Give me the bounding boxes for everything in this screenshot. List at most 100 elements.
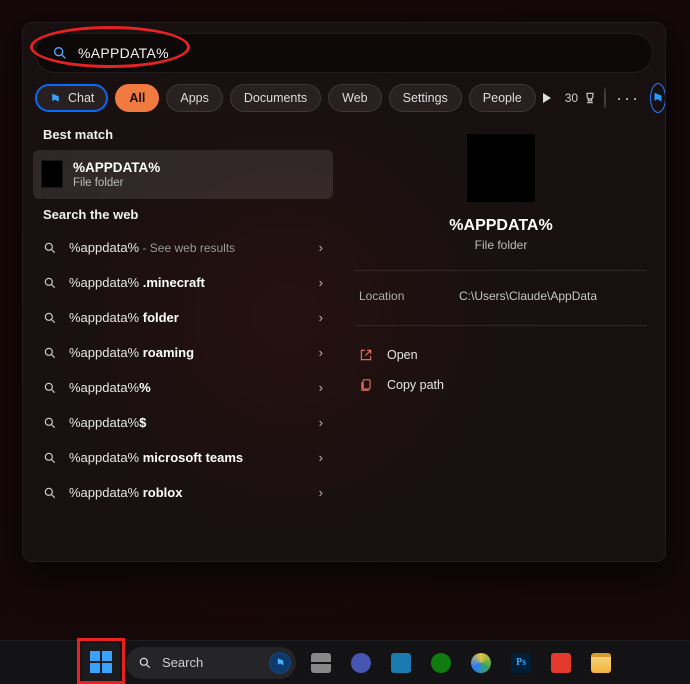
filter-apps[interactable]: Apps xyxy=(166,84,223,112)
start-button[interactable] xyxy=(82,643,120,681)
search-icon xyxy=(43,241,57,255)
taskbar-explorer[interactable] xyxy=(586,648,616,678)
search-field-wrapper[interactable] xyxy=(35,33,653,73)
filter-web[interactable]: Web xyxy=(328,84,381,112)
web-result-hint: - See web results xyxy=(139,241,235,255)
search-icon xyxy=(52,45,68,61)
taskbar-photoshop[interactable]: Ps xyxy=(506,648,536,678)
action-open[interactable]: Open xyxy=(355,340,647,370)
web-result[interactable]: %appdata% roblox › xyxy=(33,475,333,510)
web-result[interactable]: %appdata% roaming › xyxy=(33,335,333,370)
filter-documents[interactable]: Documents xyxy=(230,84,321,112)
search-icon xyxy=(43,451,57,465)
web-result[interactable]: %appdata% folder › xyxy=(33,300,333,335)
action-open-label: Open xyxy=(387,348,418,362)
filter-settings-label: Settings xyxy=(403,91,448,105)
taskbar-browser[interactable] xyxy=(466,648,496,678)
search-flyout: Chat All Apps Documents Web Settings Peo… xyxy=(22,22,666,562)
web-result-label: %appdata% .minecraft xyxy=(69,275,205,290)
chevron-right-icon: › xyxy=(319,450,323,465)
search-input[interactable] xyxy=(78,45,636,61)
web-result-prefix: %appdata% xyxy=(69,450,143,465)
bing-chat-icon xyxy=(49,92,62,105)
web-result[interactable]: %appdata%$ › xyxy=(33,405,333,440)
search-icon xyxy=(138,656,152,670)
web-result-label: %appdata% microsoft teams xyxy=(69,450,243,465)
taskbar-xbox[interactable] xyxy=(426,648,456,678)
taskbar: Search Ps xyxy=(0,640,690,684)
filter-people-label: People xyxy=(483,91,522,105)
web-result[interactable]: %appdata% .minecraft› xyxy=(33,265,333,300)
taskbar-taskview[interactable] xyxy=(306,648,336,678)
action-copy-label: Copy path xyxy=(387,378,444,392)
web-result-label: %appdata% roaming xyxy=(69,345,194,360)
preview-thumb-icon xyxy=(466,133,536,203)
web-result-prefix: %appdata% xyxy=(69,485,143,500)
chevron-right-icon: › xyxy=(319,415,323,430)
location-value: C:\Users\Claude\AppData xyxy=(459,289,597,303)
divider xyxy=(355,270,647,271)
filter-documents-label: Documents xyxy=(244,91,307,105)
filter-chat-label: Chat xyxy=(68,91,94,105)
filter-settings[interactable]: Settings xyxy=(389,84,462,112)
web-result-label: %appdata% folder xyxy=(69,310,179,325)
search-icon xyxy=(43,276,57,290)
chevron-right-icon: › xyxy=(319,485,323,500)
preview-pane: %APPDATA% File folder Location C:\Users\… xyxy=(341,119,655,551)
action-copy-path[interactable]: Copy path xyxy=(355,370,647,400)
user-avatar[interactable] xyxy=(604,87,606,109)
taskbar-search-label: Search xyxy=(162,655,203,670)
web-result[interactable]: %appdata%% › xyxy=(33,370,333,405)
filter-all-label: All xyxy=(129,91,145,105)
web-result-prefix: %appdata% xyxy=(69,240,139,255)
taskbar-search[interactable]: Search xyxy=(126,647,296,679)
taskbar-app-blue[interactable] xyxy=(386,648,416,678)
filter-web-label: Web xyxy=(342,91,367,105)
web-result-suffix: microsoft teams xyxy=(143,450,243,465)
filter-chat[interactable]: Chat xyxy=(35,84,108,112)
bing-icon xyxy=(651,91,665,105)
taskbar-teams[interactable] xyxy=(346,648,376,678)
best-match-result[interactable]: %APPDATA% File folder xyxy=(33,150,333,199)
bing-button[interactable] xyxy=(650,83,666,113)
web-result-prefix: %appdata% xyxy=(69,415,139,430)
best-match-name: %APPDATA% xyxy=(73,160,321,175)
chevron-right-icon: › xyxy=(319,240,323,255)
search-icon xyxy=(43,416,57,430)
web-result-prefix: %appdata% xyxy=(69,275,143,290)
web-result-suffix: roaming xyxy=(143,345,194,360)
chevron-right-icon: › xyxy=(319,310,323,325)
web-result[interactable]: %appdata% microsoft teams › xyxy=(33,440,333,475)
web-result-suffix: .minecraft xyxy=(143,275,205,290)
web-result-label: %appdata% - See web results xyxy=(69,240,235,255)
copy-icon xyxy=(359,378,373,392)
more-button[interactable]: ··· xyxy=(613,88,643,109)
chevron-right-icon: › xyxy=(319,345,323,360)
best-match-heading: Best match xyxy=(33,119,333,150)
open-icon xyxy=(359,348,373,362)
web-result-prefix: %appdata% xyxy=(69,310,143,325)
rewards-points-value: 30 xyxy=(565,91,578,105)
web-result-suffix: roblox xyxy=(143,485,183,500)
web-result[interactable]: %appdata% - See web results › xyxy=(33,230,333,265)
web-result-label: %appdata%$ xyxy=(69,415,146,430)
filter-people[interactable]: People xyxy=(469,84,536,112)
trophy-icon xyxy=(583,91,597,105)
web-result-label: %appdata% roblox xyxy=(69,485,182,500)
taskbar-bing-icon[interactable] xyxy=(269,652,291,674)
chevron-right-icon: › xyxy=(319,380,323,395)
search-icon xyxy=(43,381,57,395)
filter-overflow[interactable] xyxy=(543,93,551,103)
web-result-prefix: %appdata% xyxy=(69,380,139,395)
taskbar-app-red[interactable] xyxy=(546,648,576,678)
chevron-right-icon xyxy=(543,93,551,103)
web-result-label: %appdata%% xyxy=(69,380,151,395)
best-match-subtitle: File folder xyxy=(73,177,321,189)
preview-location-row: Location C:\Users\Claude\AppData xyxy=(355,285,647,307)
rewards-points[interactable]: 30 xyxy=(565,91,597,105)
search-icon xyxy=(43,486,57,500)
filter-all[interactable]: All xyxy=(115,84,159,112)
windows-logo-icon xyxy=(90,651,112,673)
location-label: Location xyxy=(359,289,429,303)
search-web-heading: Search the web xyxy=(33,199,333,230)
